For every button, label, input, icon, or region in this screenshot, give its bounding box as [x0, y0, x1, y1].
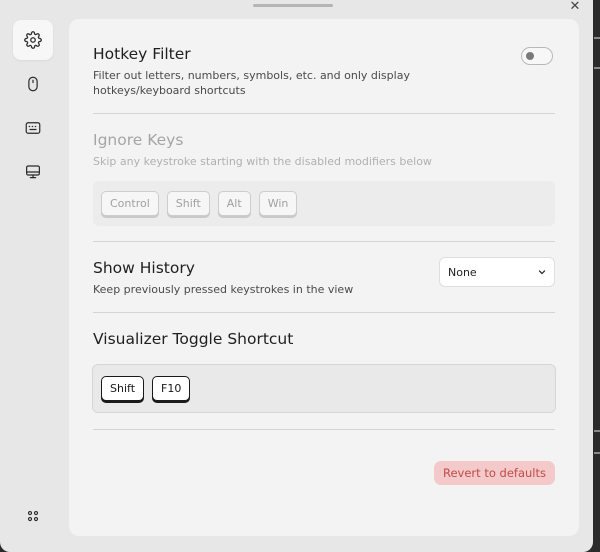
background-mark: [594, 430, 600, 432]
hotkey-filter-title: Hotkey Filter: [93, 45, 191, 63]
revert-to-defaults-button[interactable]: Revert to defaults: [434, 461, 555, 485]
monitor-icon: [26, 165, 40, 179]
key-f10: F10: [152, 376, 191, 401]
keyboard-icon: [25, 122, 41, 134]
toggle-knob: [526, 52, 534, 60]
hotkey-filter-toggle[interactable]: [521, 47, 553, 65]
gear-icon: [24, 31, 42, 49]
sidebar-item-more[interactable]: [13, 496, 53, 536]
key-shift[interactable]: Shift: [166, 191, 210, 216]
show-history-description: Keep previously pressed keystrokes in th…: [93, 283, 354, 296]
background-mark: [594, 37, 600, 39]
ignore-keys-title: Ignore Keys: [93, 131, 184, 149]
sidebar-item-mouse[interactable]: [13, 64, 53, 104]
visualizer-toggle-title: Visualizer Toggle Shortcut: [93, 330, 294, 348]
ignore-keys-description: Skip any keystroke starting with the dis…: [93, 155, 432, 168]
shortcut-recorder[interactable]: Shift F10: [92, 364, 556, 413]
drag-handle[interactable]: [253, 4, 333, 7]
key-control[interactable]: Control: [101, 191, 159, 216]
sidebar-item-display[interactable]: [13, 152, 53, 192]
close-button[interactable]: ✕: [566, 0, 584, 15]
hotkey-filter-description: Filter out letters, numbers, symbols, et…: [93, 69, 410, 97]
background-window-edge: [593, 0, 600, 552]
ignore-keys-box: Control Shift Alt Win: [93, 181, 555, 226]
sidebar-item-keyboard[interactable]: [13, 108, 53, 148]
divider: [93, 429, 555, 430]
divider: [93, 312, 555, 313]
divider: [93, 113, 555, 114]
sidebar: [0, 0, 66, 552]
show-history-select[interactable]: None: [439, 257, 555, 287]
background-mark: [594, 452, 600, 454]
sidebar-item-settings[interactable]: [13, 20, 53, 60]
key-alt[interactable]: Alt: [217, 191, 251, 216]
settings-window: ✕ Hotkey Filter Filter out letters, numb…: [0, 0, 593, 552]
key-shift: Shift: [101, 376, 145, 401]
mouse-icon: [28, 76, 38, 92]
show-history-title: Show History: [93, 259, 195, 277]
grid-dots-icon: [27, 510, 39, 522]
settings-panel: Hotkey Filter Filter out letters, number…: [69, 19, 579, 536]
show-history-selected-value: None: [448, 265, 477, 279]
chevron-down-icon: [538, 270, 546, 275]
key-win[interactable]: Win: [258, 191, 298, 216]
background-mark: [594, 67, 600, 69]
divider: [93, 241, 555, 242]
